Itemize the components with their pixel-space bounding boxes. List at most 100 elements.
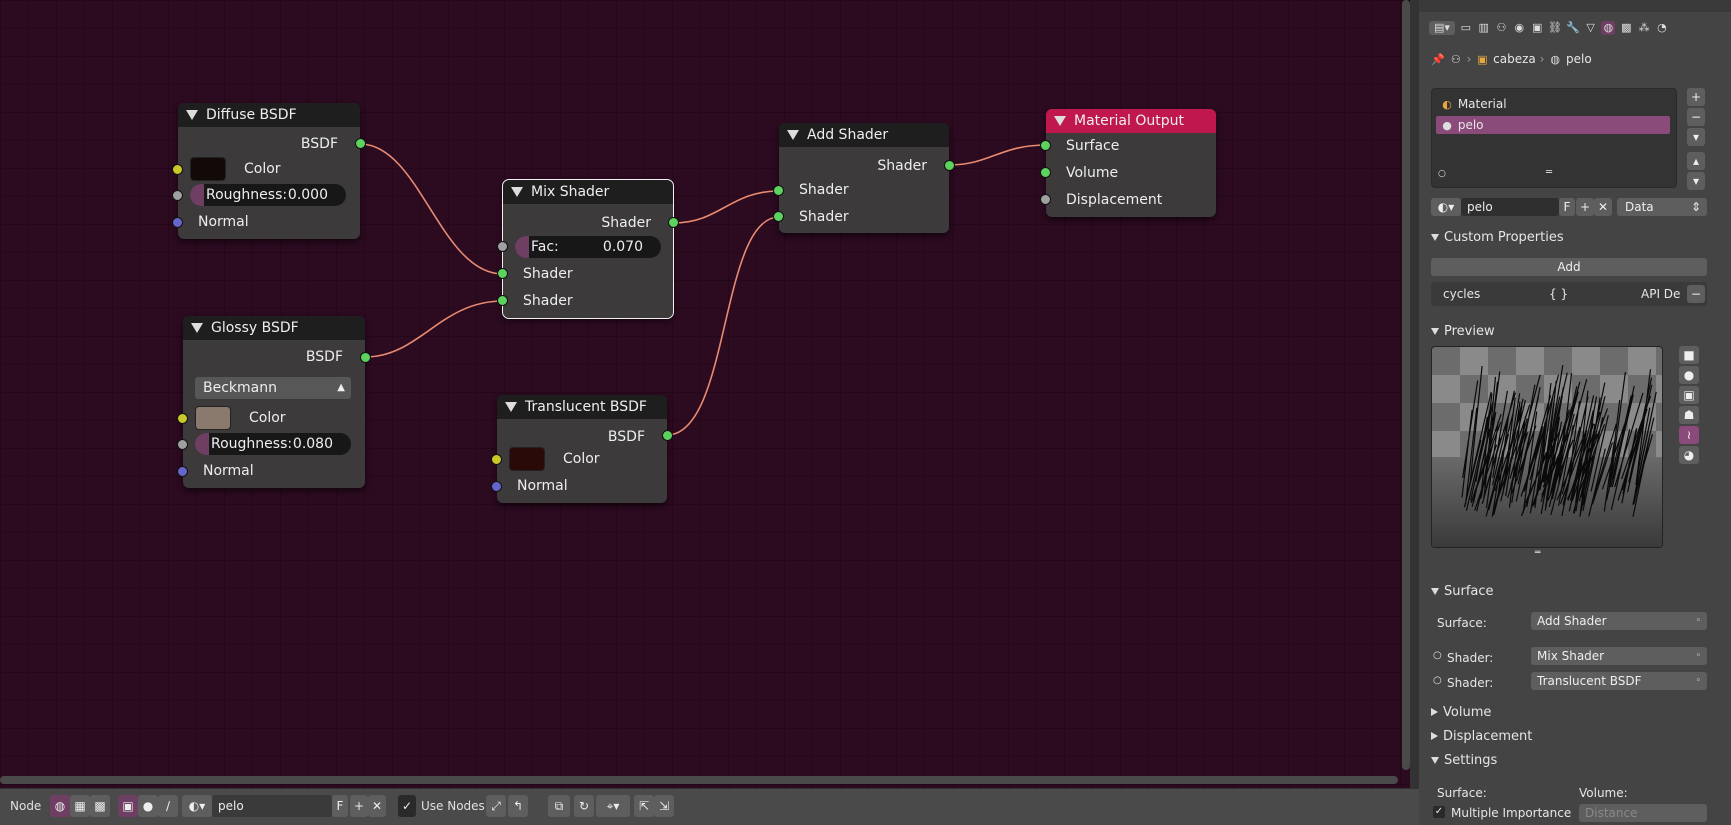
unlink-icon[interactable]: ✕: [368, 795, 386, 817]
shader-type-icon[interactable]: ◍: [50, 795, 70, 817]
cube-preview-icon[interactable]: ▣: [1679, 386, 1699, 404]
material-datablock-name[interactable]: pelo: [1461, 198, 1559, 216]
use-nodes-checkbox[interactable]: ✓: [398, 795, 416, 817]
displacement-input-socket[interactable]: [1040, 194, 1051, 205]
roughness-input-socket[interactable]: [177, 439, 188, 450]
collapse-triangle-icon[interactable]: [191, 323, 203, 333]
material-slot-list[interactable]: ◐ Material ● pelo ○ ═: [1431, 88, 1677, 188]
texture-icon[interactable]: ▩: [1619, 21, 1633, 35]
collapse-triangle-icon[interactable]: [787, 130, 799, 140]
node-header[interactable]: Add Shader: [779, 123, 949, 147]
add-property-button[interactable]: Add: [1431, 258, 1707, 276]
remove-slot-icon[interactable]: −: [1687, 108, 1705, 126]
render-icon[interactable]: ▭: [1459, 21, 1473, 35]
scene-icon[interactable]: ⚇: [1494, 21, 1508, 35]
material-name-field[interactable]: pelo: [212, 795, 332, 817]
link-socket-icon[interactable]: ○: [1433, 650, 1442, 661]
shader-input-socket-1[interactable]: [773, 185, 784, 196]
color-swatch[interactable]: [509, 447, 545, 471]
resize-grip-icon[interactable]: ═: [1546, 167, 1552, 178]
shader-input-socket-1[interactable]: [497, 268, 508, 279]
slot-selected[interactable]: ● pelo: [1436, 116, 1670, 134]
fac-slider[interactable]: Fac: 0.070: [515, 236, 661, 258]
unlink-icon[interactable]: ✕: [1594, 198, 1612, 216]
bsdf-output-socket[interactable]: [662, 430, 673, 441]
collapse-triangle-icon[interactable]: [1054, 116, 1066, 126]
node-header[interactable]: Diffuse BSDF: [178, 103, 360, 127]
texture-type-icon[interactable]: ▩: [90, 795, 110, 817]
node-header[interactable]: Translucent BSDF: [497, 395, 667, 419]
snap-icon[interactable]: ⧉: [548, 795, 570, 817]
bsdf-output-socket[interactable]: [355, 138, 366, 149]
shader-input-socket-2[interactable]: [497, 295, 508, 306]
pin-icon[interactable]: 📌: [1431, 53, 1445, 67]
volume-sampling-dropdown[interactable]: Distance: [1579, 804, 1707, 822]
object-icon[interactable]: ▣: [1530, 21, 1544, 35]
world-icon[interactable]: ◉: [1512, 21, 1526, 35]
world-icon[interactable]: ●: [138, 795, 158, 817]
collapse-triangle-icon[interactable]: [186, 110, 198, 120]
remove-property-icon[interactable]: −: [1687, 285, 1705, 303]
panel-volume[interactable]: Volume: [1431, 705, 1491, 720]
normal-input-socket[interactable]: [172, 217, 183, 228]
compositing-type-icon[interactable]: ▦: [70, 795, 90, 817]
color-input-socket[interactable]: [172, 164, 183, 175]
shader-input-socket-2[interactable]: [773, 211, 784, 222]
material-preview-render[interactable]: [1431, 346, 1663, 548]
node-mix-shader[interactable]: Mix Shader Shader Fac: 0.070 Shader Shade…: [497, 179, 679, 319]
panel-surface[interactable]: Surface: [1431, 584, 1494, 599]
fake-user-button[interactable]: F: [332, 795, 348, 817]
shader-output-socket[interactable]: [668, 217, 679, 228]
normal-input-socket[interactable]: [177, 466, 188, 477]
node-header[interactable]: Mix Shader: [503, 180, 673, 204]
parent-icon[interactable]: ↰: [508, 795, 528, 817]
node-glossy-bsdf[interactable]: Glossy BSDF BSDF Beckmann ▲ Color Roughne…: [177, 316, 371, 488]
link-dropdown[interactable]: Data ⇕: [1617, 198, 1707, 216]
sphere-preview-icon[interactable]: ●: [1679, 366, 1699, 384]
area-separator[interactable]: [1410, 0, 1419, 825]
node-add-shader[interactable]: Add Shader Shader Shader Shader: [773, 123, 955, 233]
property-api[interactable]: API De: [1641, 282, 1680, 306]
node-editor[interactable]: Diffuse BSDF BSDF Color Roughness: 0.000 …: [0, 0, 1410, 788]
bsdf-output-socket[interactable]: [360, 352, 371, 363]
panel-custom-properties[interactable]: Custom Properties: [1431, 230, 1564, 245]
node-diffuse-bsdf[interactable]: Diffuse BSDF BSDF Color Roughness: 0.000 …: [172, 103, 366, 239]
move-up-icon[interactable]: ▴: [1687, 152, 1705, 170]
node-translucent-bsdf[interactable]: Translucent BSDF BSDF Color Normal: [491, 395, 673, 503]
new-material-icon[interactable]: +: [350, 795, 368, 817]
filter-icon[interactable]: ○: [1438, 169, 1446, 179]
color-input-socket[interactable]: [491, 454, 502, 465]
surface-input-socket[interactable]: [1040, 140, 1051, 151]
new-material-icon[interactable]: +: [1576, 198, 1594, 216]
panel-displacement[interactable]: Displacement: [1431, 729, 1532, 744]
hair-preview-icon[interactable]: ≀: [1679, 426, 1699, 444]
copy-icon[interactable]: ⇱: [634, 795, 654, 817]
physics-icon[interactable]: ◔: [1655, 21, 1669, 35]
render-layers-icon[interactable]: ▥: [1477, 21, 1491, 35]
flat-preview-icon[interactable]: ■: [1679, 346, 1699, 364]
horizontal-scrollbar[interactable]: [0, 776, 1398, 784]
modifiers-icon[interactable]: 🔧: [1566, 21, 1580, 35]
volume-input-socket[interactable]: [1040, 167, 1051, 178]
fake-user-button[interactable]: F: [1559, 198, 1575, 216]
snap-element-icon[interactable]: ⌖▾: [596, 795, 630, 817]
roughness-input-socket[interactable]: [172, 190, 183, 201]
preview-resize-grip-icon[interactable]: ═: [1535, 548, 1540, 558]
collapse-triangle-icon[interactable]: [505, 402, 517, 412]
color-swatch[interactable]: [195, 406, 231, 430]
move-down-icon[interactable]: ▾: [1687, 172, 1705, 190]
object-icon[interactable]: ▣: [118, 795, 138, 817]
constraints-icon[interactable]: ⛓: [1548, 21, 1562, 35]
editor-type-icon[interactable]: ▤▾: [1429, 20, 1455, 35]
specials-icon[interactable]: ▾: [1687, 128, 1705, 146]
roughness-slider[interactable]: Roughness: 0.000: [190, 184, 346, 206]
node-header[interactable]: Glossy BSDF: [183, 316, 365, 340]
property-value[interactable]: { }: [1549, 282, 1568, 306]
roughness-slider[interactable]: Roughness: 0.080: [195, 433, 351, 455]
color-swatch[interactable]: [190, 157, 226, 181]
link-socket-icon[interactable]: ○: [1433, 675, 1442, 686]
material-icon[interactable]: ◍: [1601, 20, 1616, 35]
material-browse-icon[interactable]: ◐▾: [1431, 198, 1461, 216]
monkey-preview-icon[interactable]: ☗: [1679, 406, 1699, 424]
shader-output-socket[interactable]: [944, 160, 955, 171]
